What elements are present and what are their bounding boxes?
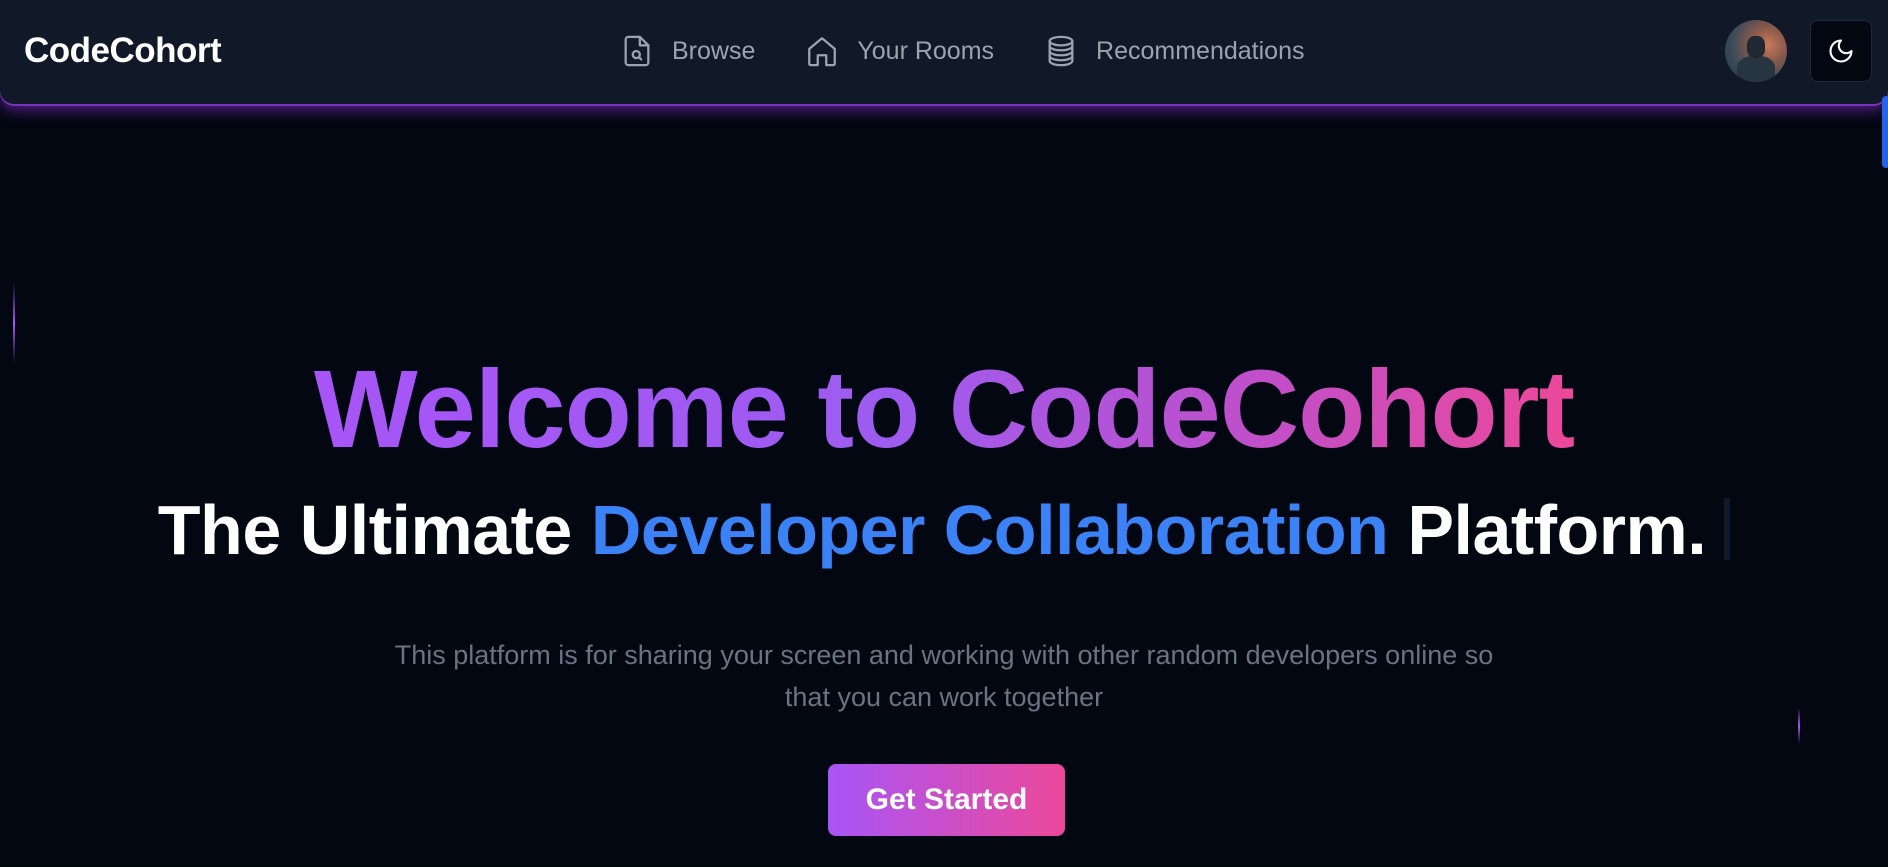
avatar-head-shape [1747,36,1765,58]
nav-item-browse[interactable]: Browse [620,34,755,68]
hero-title-text: Welcome to CodeCohort [313,348,1575,471]
subtitle-prefix: The Ultimate [157,491,591,569]
main-nav: Browse Your Rooms Recommendations [620,28,1304,74]
hero-description: This platform is for sharing your screen… [394,640,1494,712]
top-navbar: CodeCohort Browse Your Rooms Recommendat… [0,0,1888,104]
nav-item-label: Recommendations [1096,36,1305,65]
moon-icon [1829,39,1853,63]
nav-item-your-rooms[interactable]: Your Rooms [805,34,994,68]
user-avatar[interactable] [1725,20,1787,82]
subtitle-highlight: Developer Collaboration [590,491,1389,569]
nav-item-label: Browse [672,36,756,65]
nav-item-label: Your Rooms [857,36,995,65]
file-search-icon [624,35,650,67]
avatar-body-shape [1737,56,1775,82]
typewriter-cursor [1724,498,1731,560]
hero-title: Welcome to CodeCohort [0,350,1888,470]
nav-item-recommendations[interactable]: Recommendations [1044,34,1304,68]
app-logo[interactable]: CodeCohort [24,31,222,71]
get-started-button[interactable]: Get Started [828,764,1065,836]
theme-toggle-button[interactable] [1810,20,1872,82]
hero-subtitle: The Ultimate Developer Collaboration Pla… [0,490,1888,570]
scrollbar-thumb[interactable] [1882,96,1888,168]
home-icon [808,37,837,67]
decorative-beam-right [1798,708,1800,744]
subtitle-suffix: Platform. [1388,491,1707,569]
database-icon [1048,35,1074,67]
